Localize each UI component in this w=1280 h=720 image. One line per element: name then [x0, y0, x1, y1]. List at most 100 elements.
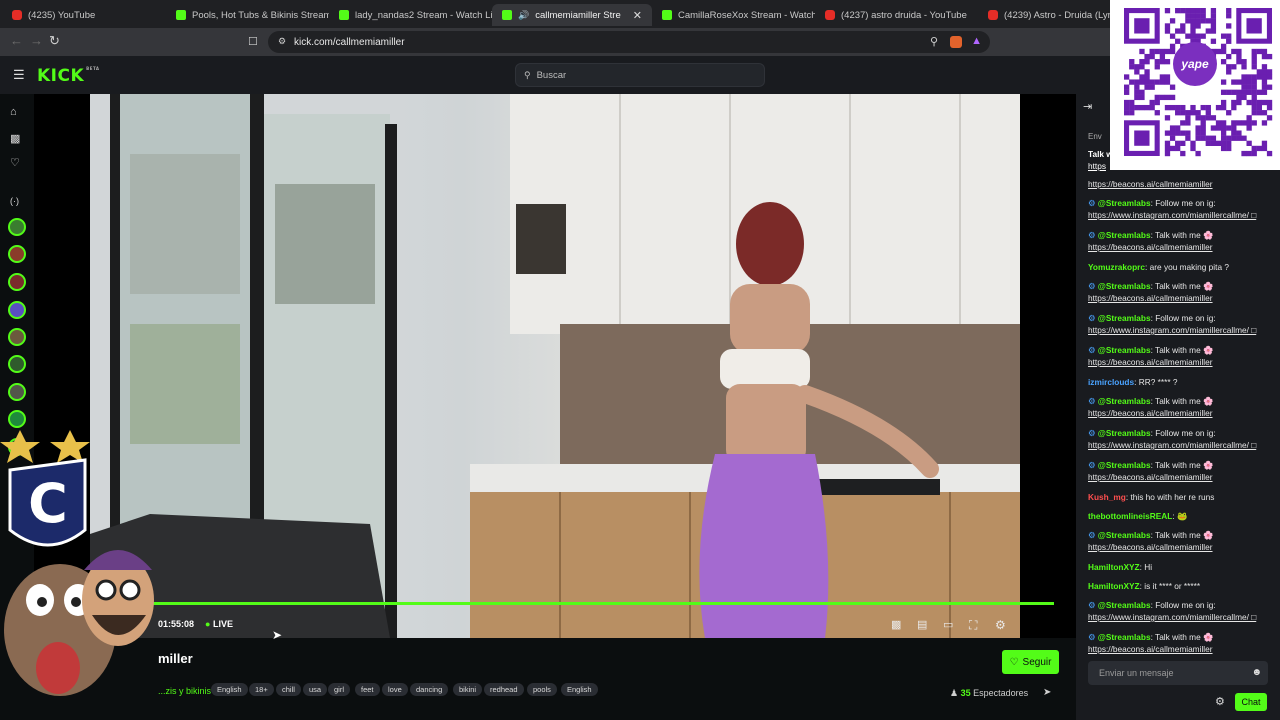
stream-category[interactable]: ...zis y bikinis	[158, 686, 211, 696]
chat-link[interactable]: https://beacons.ai/callmemiamiller	[1088, 178, 1278, 190]
chat-link[interactable]: https://beacons.ai/callmemiamiller	[1088, 356, 1278, 368]
chat-username[interactable]: izmirclouds	[1088, 377, 1134, 387]
logo-text: KICK	[37, 66, 85, 86]
chat-link[interactable]: https://beacons.ai/callmemiamiller	[1088, 643, 1278, 655]
following-heart-icon[interactable]: ♡	[10, 156, 20, 169]
chat-username[interactable]: @Streamlabs	[1098, 230, 1151, 240]
streamer-name[interactable]: miller	[158, 651, 193, 666]
stream-tag[interactable]: English	[211, 683, 248, 696]
tab-youtube-4235[interactable]: (4235) YouTube	[2, 4, 167, 26]
forward-icon[interactable]: →	[30, 33, 43, 48]
close-tab-icon[interactable]: ✕	[633, 9, 642, 22]
video-player[interactable]: ▩ ▤ ▭ ⛶ ⚙	[34, 94, 1076, 638]
tab-lady-nandas2[interactable]: lady_nandas2 Stream - Watch Live o	[329, 4, 492, 26]
chat-username[interactable]: @Streamlabs	[1098, 428, 1151, 438]
chat-link[interactable]: https://beacons.ai/callmemiamiller	[1088, 292, 1278, 304]
chat-username[interactable]: Kush_mg	[1088, 492, 1126, 502]
channel-avatar[interactable]	[8, 273, 26, 291]
stream-tag[interactable]: feet	[355, 683, 380, 696]
chat-username[interactable]: @Streamlabs	[1098, 600, 1151, 610]
chat-link[interactable]: https://beacons.ai/callmemiamiller	[1088, 407, 1278, 419]
video-frame[interactable]	[90, 94, 1020, 638]
live-progress-bar[interactable]	[124, 602, 1054, 605]
chat-link[interactable]: https://www.instagram.com/miamillercallm…	[1088, 324, 1278, 336]
tab-pools-hot-tubs[interactable]: Pools, Hot Tubs & Bikinis Streaming	[166, 4, 329, 26]
chat-username[interactable]: @Streamlabs	[1098, 530, 1151, 540]
stream-tag[interactable]: chill	[276, 683, 301, 696]
channel-avatar[interactable]	[8, 328, 26, 346]
chat-username[interactable]: HamiltonXYZ	[1088, 562, 1140, 572]
pinned-link-fragment[interactable]: https	[1088, 161, 1106, 171]
chat-username[interactable]: @Streamlabs	[1098, 396, 1151, 406]
stream-tag[interactable]: pools	[527, 683, 557, 696]
viewer-label: Espectadores	[973, 688, 1029, 698]
zoom-icon[interactable]: ⚲	[930, 35, 938, 48]
channel-avatar[interactable]	[8, 383, 26, 401]
tab-astro-druida-youtube[interactable]: (4237) astro druida - YouTube	[815, 4, 978, 26]
chat-username[interactable]: @Streamlabs	[1098, 632, 1151, 642]
fullscreen-icon[interactable]: ⛶	[969, 618, 977, 633]
yape-brand: yape	[1181, 57, 1209, 71]
stream-tag[interactable]: 18+	[249, 683, 274, 696]
chat-link[interactable]: https://www.instagram.com/miamillercallm…	[1088, 439, 1278, 451]
chat-username[interactable]: Yomuzrakoprc	[1088, 262, 1145, 272]
channel-avatar[interactable]	[8, 410, 26, 428]
chat-text: Follow me on ig:	[1155, 600, 1216, 610]
channel-avatar[interactable]	[8, 301, 26, 319]
stream-tag[interactable]: redhead	[484, 683, 524, 696]
reload-icon[interactable]: ↻	[49, 33, 60, 49]
stream-tag[interactable]: girl	[328, 683, 351, 696]
stream-tag[interactable]: usa	[303, 683, 328, 696]
tab-astro-druida-lyric[interactable]: (4239) Astro - Druida (Lyric Vid	[978, 4, 1110, 26]
chat-link[interactable]: https://beacons.ai/callmemiamiller	[1088, 541, 1278, 553]
chat-message-input[interactable]: Enviar un mensaje ☻	[1088, 661, 1268, 685]
emoji-icon[interactable]: ☻	[1251, 667, 1262, 678]
chat-username[interactable]: thebottomlineisREAL	[1088, 511, 1172, 521]
search-input[interactable]: ⚲ Buscar	[515, 63, 765, 87]
follow-label: Seguir	[1022, 656, 1052, 668]
chat-settings-icon[interactable]: ⚙	[1215, 695, 1225, 708]
chat-link[interactable]: https://www.instagram.com/miamillercallm…	[1088, 209, 1278, 221]
chat-link[interactable]: https://beacons.ai/callmemiamiller	[1088, 241, 1278, 253]
settings-gear-icon[interactable]: ⚙	[995, 618, 1006, 632]
picture-in-picture-icon[interactable]: ▩	[891, 618, 901, 631]
kick-header: ☰ KICK BETA ⚲ Buscar	[0, 56, 1110, 94]
hamburger-menu-icon[interactable]: ☰	[13, 67, 25, 83]
chat-message: https://beacons.ai/callmemiamiller	[1088, 178, 1278, 190]
mini-player-icon[interactable]: ▤	[917, 618, 927, 631]
chat-username[interactable]: @Streamlabs	[1098, 281, 1151, 291]
follow-button[interactable]: ♡ Seguir	[1002, 650, 1059, 674]
channel-avatar[interactable]	[8, 245, 26, 263]
tab-callmemiamiller[interactable]: 🔊 callmemiamiller Stream - Wa ✕	[492, 4, 652, 26]
chat-text: 🐸	[1176, 511, 1188, 521]
channel-avatar[interactable]	[8, 218, 26, 236]
chat-link[interactable]: https://www.instagram.com/miamillercallm…	[1088, 611, 1278, 623]
collapse-chat-icon[interactable]: ⇥	[1083, 100, 1092, 113]
stream-tag[interactable]: English	[561, 683, 598, 696]
brave-shield-icon[interactable]	[950, 36, 962, 48]
home-icon[interactable]: ⌂	[10, 106, 17, 118]
kick-icon	[339, 10, 349, 20]
rewards-triangle-icon[interactable]: ▲	[971, 35, 982, 47]
chat-username[interactable]: @Streamlabs	[1098, 345, 1151, 355]
back-icon[interactable]: ←	[10, 33, 23, 48]
kick-logo[interactable]: KICK BETA	[37, 66, 99, 86]
stream-tag[interactable]: dancing	[410, 683, 449, 696]
stream-tag[interactable]: love	[382, 683, 408, 696]
live-dot-icon: ●	[205, 619, 211, 629]
stream-tag[interactable]: bikini	[453, 683, 483, 696]
share-icon[interactable]: ➤	[1043, 687, 1051, 698]
chat-link[interactable]: https://beacons.ai/callmemiamiller	[1088, 471, 1278, 483]
browse-icon[interactable]: ▩	[10, 132, 20, 145]
chat-username[interactable]: @Streamlabs	[1098, 198, 1151, 208]
chat-username[interactable]: HamiltonXYZ	[1088, 581, 1140, 591]
send-chat-button[interactable]: Chat	[1235, 693, 1267, 711]
chat-username[interactable]: @Streamlabs	[1098, 460, 1151, 470]
theater-mode-icon[interactable]: ▭	[943, 618, 953, 631]
bookmark-icon[interactable]: ☐	[248, 35, 258, 48]
chat-username[interactable]: @Streamlabs	[1098, 313, 1151, 323]
address-bar[interactable]: ⚙ kick.com/callmemiamiller ⚲ ▲	[268, 31, 990, 53]
site-info-icon[interactable]: ⚙	[278, 36, 286, 47]
channel-avatar[interactable]	[8, 355, 26, 373]
tab-camillarosexox[interactable]: CamillaRoseXox Stream - Watch Live	[652, 4, 815, 26]
